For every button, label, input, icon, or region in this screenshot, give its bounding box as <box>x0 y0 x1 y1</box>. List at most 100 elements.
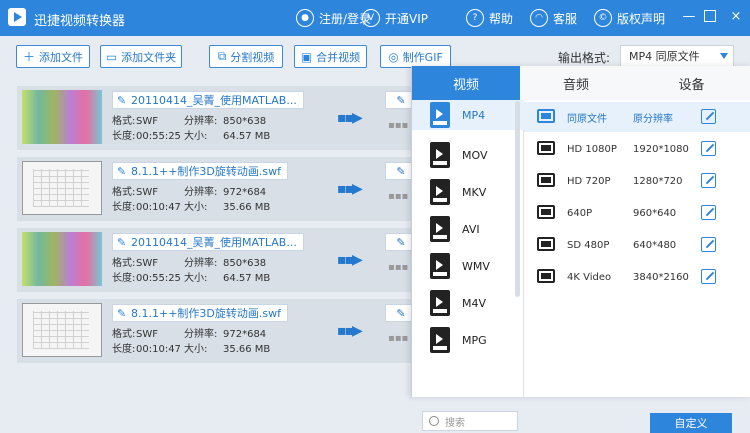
file-meta: 格式:SWF 分辨率: 972*684 长度:00:10:47 大小: 35.66 MB <box>112 329 271 355</box>
make-gif-button[interactable]: ◎ 制作GIF <box>380 45 451 68</box>
tab-video[interactable]: 视频 <box>412 66 520 100</box>
file-meta: 格式:SWF 分辨率: 850*638 长度:00:55:25 大小: 64.57 MB <box>112 258 271 284</box>
edit-icon[interactable] <box>701 205 716 220</box>
folder-icon: ▭ <box>105 49 118 64</box>
format-mov[interactable]: MOV <box>430 140 520 170</box>
edit-icon[interactable] <box>701 237 716 252</box>
format-list: MP4 MOV MKV AVI WMV M4V MPG 搜索 <box>412 100 524 431</box>
login-button[interactable]: ● 注册/登录 <box>296 8 371 28</box>
preset-1080p[interactable]: HD 1080P 1920*1080 <box>524 134 750 164</box>
tab-device[interactable]: 设备 <box>632 66 750 100</box>
tab-audio[interactable]: 音频 <box>520 66 632 100</box>
edit-icon[interactable] <box>701 269 716 284</box>
avi-icon <box>430 216 450 242</box>
video-thumbnail <box>22 161 102 215</box>
vip-icon: V <box>362 9 380 27</box>
preset-640p[interactable]: 640P 960*640 <box>524 198 750 228</box>
app-title: 迅捷视频转换器 <box>34 14 126 29</box>
mkv-icon <box>430 179 450 205</box>
convert-arrow-icon: ▪▪▶ <box>337 252 363 268</box>
output-format-select[interactable]: MP4 同原文件 <box>620 45 734 67</box>
convert-arrow-icon: ▪▪▶ <box>337 323 363 339</box>
close-icon[interactable]: × <box>729 10 743 24</box>
file-name[interactable]: ✎ 20110414_吴菁_使用MATLAB... <box>112 91 304 109</box>
wmv-icon <box>430 253 450 279</box>
dots-icon: ▪▪▪ <box>388 191 409 202</box>
vip-button[interactable]: V 开通VIP <box>362 8 428 28</box>
title-bar: 迅捷视频转换器 ● 注册/登录 V 开通VIP ? 帮助 ◠ 客服 © 版权声明 — × <box>0 0 750 36</box>
plus-icon: ＋ <box>22 50 35 64</box>
file-name[interactable]: ✎ 8.1.1++制作3D旋转动画.swf <box>112 162 288 180</box>
edit-icon: ✎ <box>117 165 127 178</box>
help-button[interactable]: ? 帮助 <box>466 8 513 28</box>
maximize-icon[interactable] <box>704 10 716 22</box>
video-thumbnail <box>22 232 102 286</box>
edit-icon[interactable] <box>701 109 716 124</box>
video-thumbnail <box>22 90 102 144</box>
file-row[interactable]: ✎ 20110414_吴菁_使用MATLAB... 格式:SWF 分辨率: 850*6… <box>17 86 427 150</box>
film-icon <box>537 141 555 155</box>
file-meta: 格式:SWF 分辨率: 850*638 长度:00:55:25 大小: 64.57 MB <box>112 116 271 142</box>
format-panel: 视频 音频 设备 MP4 MOV MKV AVI WMV M4V MPG 搜索 … <box>411 66 750 433</box>
split-video-button[interactable]: ⧉ 分割视频 <box>209 45 283 68</box>
output-format-label: 输出格式: <box>558 51 611 65</box>
headset-icon: ◠ <box>530 9 548 27</box>
format-list-scrollbar[interactable] <box>515 101 520 297</box>
edit-icon: ✎ <box>117 307 127 320</box>
service-button[interactable]: ◠ 客服 <box>530 8 577 28</box>
add-folder-button[interactable]: ▭ 添加文件夹 <box>100 45 182 68</box>
file-row[interactable]: ✎ 8.1.1++制作3D旋转动画.swf 格式:SWF 分辨率: 972*684 长… <box>17 157 427 221</box>
preset-original[interactable]: 同原文件 原分辨率 <box>524 102 750 132</box>
video-thumbnail <box>22 303 102 357</box>
format-mp4[interactable]: MP4 <box>412 100 524 130</box>
file-name[interactable]: ✎ 20110414_吴菁_使用MATLAB... <box>112 233 304 251</box>
split-icon: ⧉ <box>217 49 227 63</box>
dots-icon: ▪▪▪ <box>388 262 409 273</box>
edit-icon: ✎ <box>117 94 127 107</box>
format-avi[interactable]: AVI <box>430 214 520 244</box>
convert-arrow-icon: ▪▪▶ <box>337 110 363 126</box>
merge-icon: ▣ <box>300 49 313 64</box>
preset-720p[interactable]: HD 720P 1280*720 <box>524 166 750 196</box>
custom-preset-button[interactable]: 自定义 <box>650 413 732 433</box>
dots-icon: ▪▪▪ <box>388 333 409 344</box>
edit-icon[interactable] <box>701 141 716 156</box>
copyright-button[interactable]: © 版权声明 <box>594 8 665 28</box>
film-icon <box>537 173 555 187</box>
file-row[interactable]: ✎ 20110414_吴菁_使用MATLAB... 格式:SWF 分辨率: 850*6… <box>17 228 427 292</box>
film-icon <box>537 205 555 219</box>
merge-video-button[interactable]: ▣ 合并视频 <box>294 45 367 68</box>
convert-arrow-icon: ▪▪▶ <box>337 181 363 197</box>
film-icon <box>537 109 555 123</box>
format-mpg[interactable]: MPG <box>430 325 520 355</box>
copyright-icon: © <box>594 9 612 27</box>
edit-icon: ✎ <box>117 236 127 249</box>
minimize-icon[interactable]: — <box>682 10 696 24</box>
format-search-input[interactable]: 搜索 <box>422 411 518 431</box>
help-icon: ? <box>466 9 484 27</box>
dots-icon: ▪▪▪ <box>388 120 409 131</box>
file-name[interactable]: ✎ 8.1.1++制作3D旋转动画.swf <box>112 304 288 322</box>
preset-4k[interactable]: 4K Video 3840*2160 <box>524 262 750 292</box>
mov-icon <box>430 142 450 168</box>
format-m4v[interactable]: M4V <box>430 288 520 318</box>
m4v-icon <box>430 290 450 316</box>
search-icon <box>429 416 439 426</box>
user-icon: ● <box>296 9 314 27</box>
format-wmv[interactable]: WMV <box>430 251 520 281</box>
app-logo-icon <box>8 8 26 26</box>
format-mkv[interactable]: MKV <box>430 177 520 207</box>
film-icon <box>537 237 555 251</box>
mpg-icon <box>430 327 450 353</box>
format-tabs: 视频 音频 设备 <box>412 66 750 100</box>
film-icon <box>537 269 555 283</box>
gif-icon: ◎ <box>388 49 399 64</box>
dropdown-icon <box>720 53 728 59</box>
edit-icon[interactable] <box>701 173 716 188</box>
add-file-button[interactable]: ＋添加文件 <box>16 45 90 68</box>
preset-list: 同原文件 原分辨率 HD 1080P 1920*1080 HD 720P 1280*7… <box>524 100 750 433</box>
file-meta: 格式:SWF 分辨率: 972*684 长度:00:10:47 大小: 35.66 MB <box>112 187 271 213</box>
preset-480p[interactable]: SD 480P 640*480 <box>524 230 750 260</box>
mp4-icon <box>430 102 450 128</box>
file-row[interactable]: ✎ 8.1.1++制作3D旋转动画.swf 格式:SWF 分辨率: 972*684 长… <box>17 299 427 363</box>
